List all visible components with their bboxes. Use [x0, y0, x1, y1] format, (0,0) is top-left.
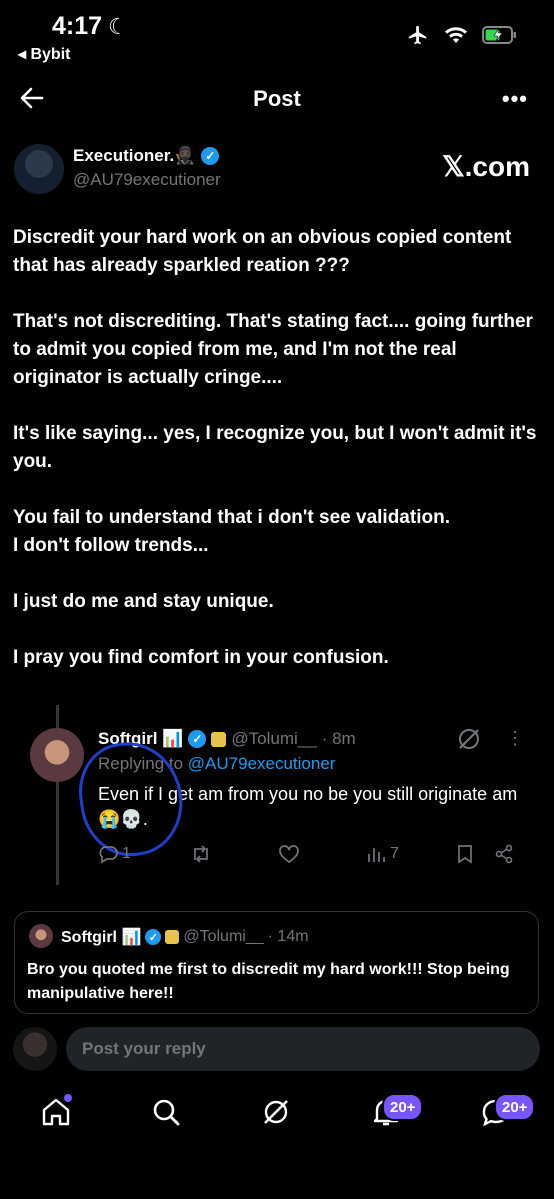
reply-more-icon[interactable]: ⋮ [506, 728, 524, 749]
author-name-row[interactable]: Executioner.🥷🏿 ✓ [73, 146, 220, 166]
quoted-text: Bro you quoted me first to discredit my … [27, 961, 510, 1002]
current-user-avatar [13, 1027, 57, 1071]
share-icon [495, 844, 513, 864]
reply-author-handle: @Tolumi__ [231, 729, 317, 748]
affiliate-badge-icon [165, 930, 180, 944]
affiliate-badge-icon [211, 731, 227, 747]
post-paragraph: I just do me and stay unique. [13, 591, 274, 612]
post-paragraph: I pray you find comfort in your confusio… [13, 647, 389, 668]
battery-icon [482, 26, 516, 44]
status-icons [406, 24, 518, 46]
comment-icon [99, 846, 118, 864]
quoted-author-handle: @Tolumi__ [183, 928, 264, 945]
post-paragraph: You fail to understand that i don't see … [13, 507, 450, 556]
repost-icon [194, 845, 208, 863]
bookmark-action[interactable] [456, 844, 474, 864]
post-paragraph: That's not discrediting. That's stating … [13, 311, 533, 388]
airplane-icon [408, 25, 427, 45]
search-icon[interactable] [148, 1094, 184, 1130]
quoted-header: Softgirl 📊 ✓ @Tolumi__ · 14m [61, 927, 309, 947]
reply-action[interactable]: 1 [98, 844, 131, 864]
reply-input[interactable] [66, 1027, 540, 1071]
wifi-icon [445, 27, 467, 43]
messages-badge: 20+ [494, 1093, 536, 1121]
post-paragraph: Discredit your hard work on an obvious c… [13, 227, 512, 276]
moon-icon: ☾ [108, 14, 128, 39]
views-count: 7 [390, 845, 399, 862]
quoted-avatar [29, 924, 53, 948]
reply-time: · 8m [321, 729, 356, 748]
verified-badge-icon: ✓ [145, 929, 162, 945]
reply-count: 1 [122, 845, 131, 862]
author-name: Executioner.🥷🏿 [73, 146, 196, 165]
repost-action[interactable] [190, 844, 212, 864]
verified-badge-icon: ✓ [201, 147, 220, 165]
quoted-post[interactable]: Softgirl 📊 ✓ @Tolumi__ · 14m Bro you quo… [14, 911, 539, 1014]
status-time: 4:17 [52, 12, 103, 40]
share-action[interactable] [494, 844, 514, 864]
source-label: 𝕏.com [442, 151, 530, 182]
post-body: Discredit your hard work on an obvious c… [13, 224, 539, 700]
notifications-badge: 20+ [382, 1093, 424, 1121]
bookmark-icon [458, 845, 472, 864]
heart-icon [279, 845, 299, 864]
verified-badge-icon: ✓ [188, 730, 207, 748]
replying-to-link[interactable]: @AU79executioner [188, 754, 336, 773]
quoted-author-name: Softgirl 📊 [61, 929, 142, 946]
views-action[interactable]: 7 [366, 844, 399, 864]
author-avatar[interactable] [14, 144, 64, 194]
quoted-time: · 14m [267, 928, 309, 945]
like-action[interactable] [278, 844, 300, 864]
reply-actions: 1 7 [98, 844, 518, 866]
grok-icon[interactable] [456, 726, 482, 752]
home-unread-dot [64, 1094, 72, 1102]
more-options-icon[interactable]: ••• [502, 86, 528, 112]
page-title: Post [253, 86, 301, 111]
back-to-app-link[interactable]: ◂ Bybit [18, 44, 70, 64]
views-icon [368, 848, 385, 862]
grok-tab-icon[interactable] [258, 1094, 294, 1130]
post-paragraph: It's like saying... yes, I recognize you… [13, 423, 537, 472]
author-handle[interactable]: @AU79executioner [73, 170, 221, 190]
reply-avatar[interactable] [30, 728, 84, 782]
